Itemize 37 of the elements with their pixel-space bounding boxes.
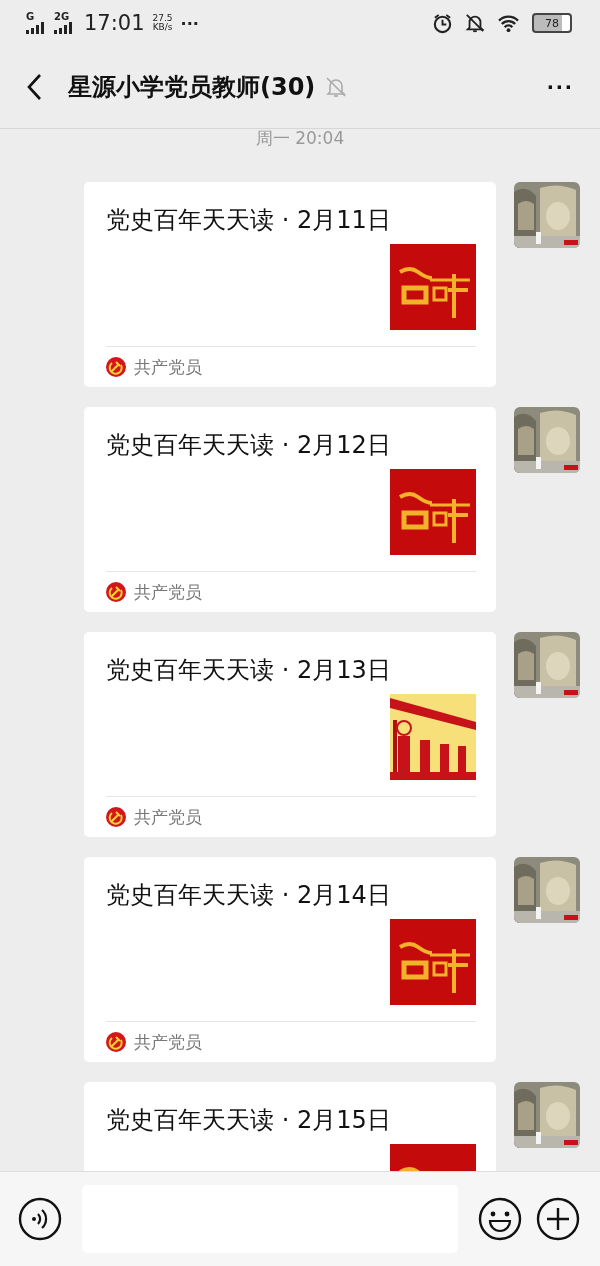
voice-icon[interactable]: [18, 1197, 62, 1241]
network-label: G: [26, 12, 35, 22]
link-card[interactable]: 党史百年天天读 · 2月11日 共产党员: [84, 182, 496, 387]
source-name: 共产党员: [134, 580, 202, 604]
card-title: 党史百年天天读 · 2月12日: [106, 430, 392, 461]
plus-icon[interactable]: [536, 1197, 580, 1241]
chat-title: 星源小学党员教师(30): [68, 72, 316, 103]
back-icon[interactable]: [26, 73, 42, 101]
source-name: 共产党员: [134, 1030, 202, 1054]
speed-value: 27.5: [152, 14, 173, 23]
alarm-clock-icon: [432, 12, 453, 34]
more-button[interactable]: ···: [547, 73, 574, 101]
link-card[interactable]: 党史百年天天读 · 2月13日 共产党员: [84, 632, 496, 837]
signal-icon: [26, 22, 46, 34]
hammer-sickle-icon: [106, 807, 126, 828]
message-timestamp: 周一 20:04: [255, 129, 345, 150]
muted-bell-icon: [465, 13, 485, 33]
battery-indicator: 78: [532, 13, 572, 33]
more-indicator: ···: [180, 13, 199, 33]
link-card[interactable]: 党史百年天天读 · 2月14日 共产党员: [84, 857, 496, 1062]
signal-icon: [54, 22, 74, 34]
card-title: 党史百年天天读 · 2月15日: [106, 1105, 392, 1136]
wifi-icon: [497, 13, 520, 33]
link-card[interactable]: 党史百年天天读 · 2月15日: [84, 1082, 496, 1171]
clock-time: 17:01: [84, 11, 145, 35]
hammer-sickle-icon: [106, 582, 126, 603]
speed-unit: KB/s: [152, 23, 173, 32]
card-title: 党史百年天天读 · 2月11日: [106, 205, 392, 236]
card-title: 党史百年天天读 · 2月13日: [106, 655, 392, 686]
network-label: 2G: [54, 12, 70, 22]
link-card[interactable]: 党史百年天天读 · 2月12日 共产党员: [84, 407, 496, 612]
source-name: 共产党员: [134, 805, 202, 829]
hammer-sickle-icon: [106, 357, 126, 378]
card-title: 党史百年天天读 · 2月14日: [106, 880, 392, 911]
source-name: 共产党员: [134, 355, 202, 379]
emoji-icon[interactable]: [478, 1197, 522, 1241]
hammer-sickle-icon: [106, 1032, 126, 1053]
